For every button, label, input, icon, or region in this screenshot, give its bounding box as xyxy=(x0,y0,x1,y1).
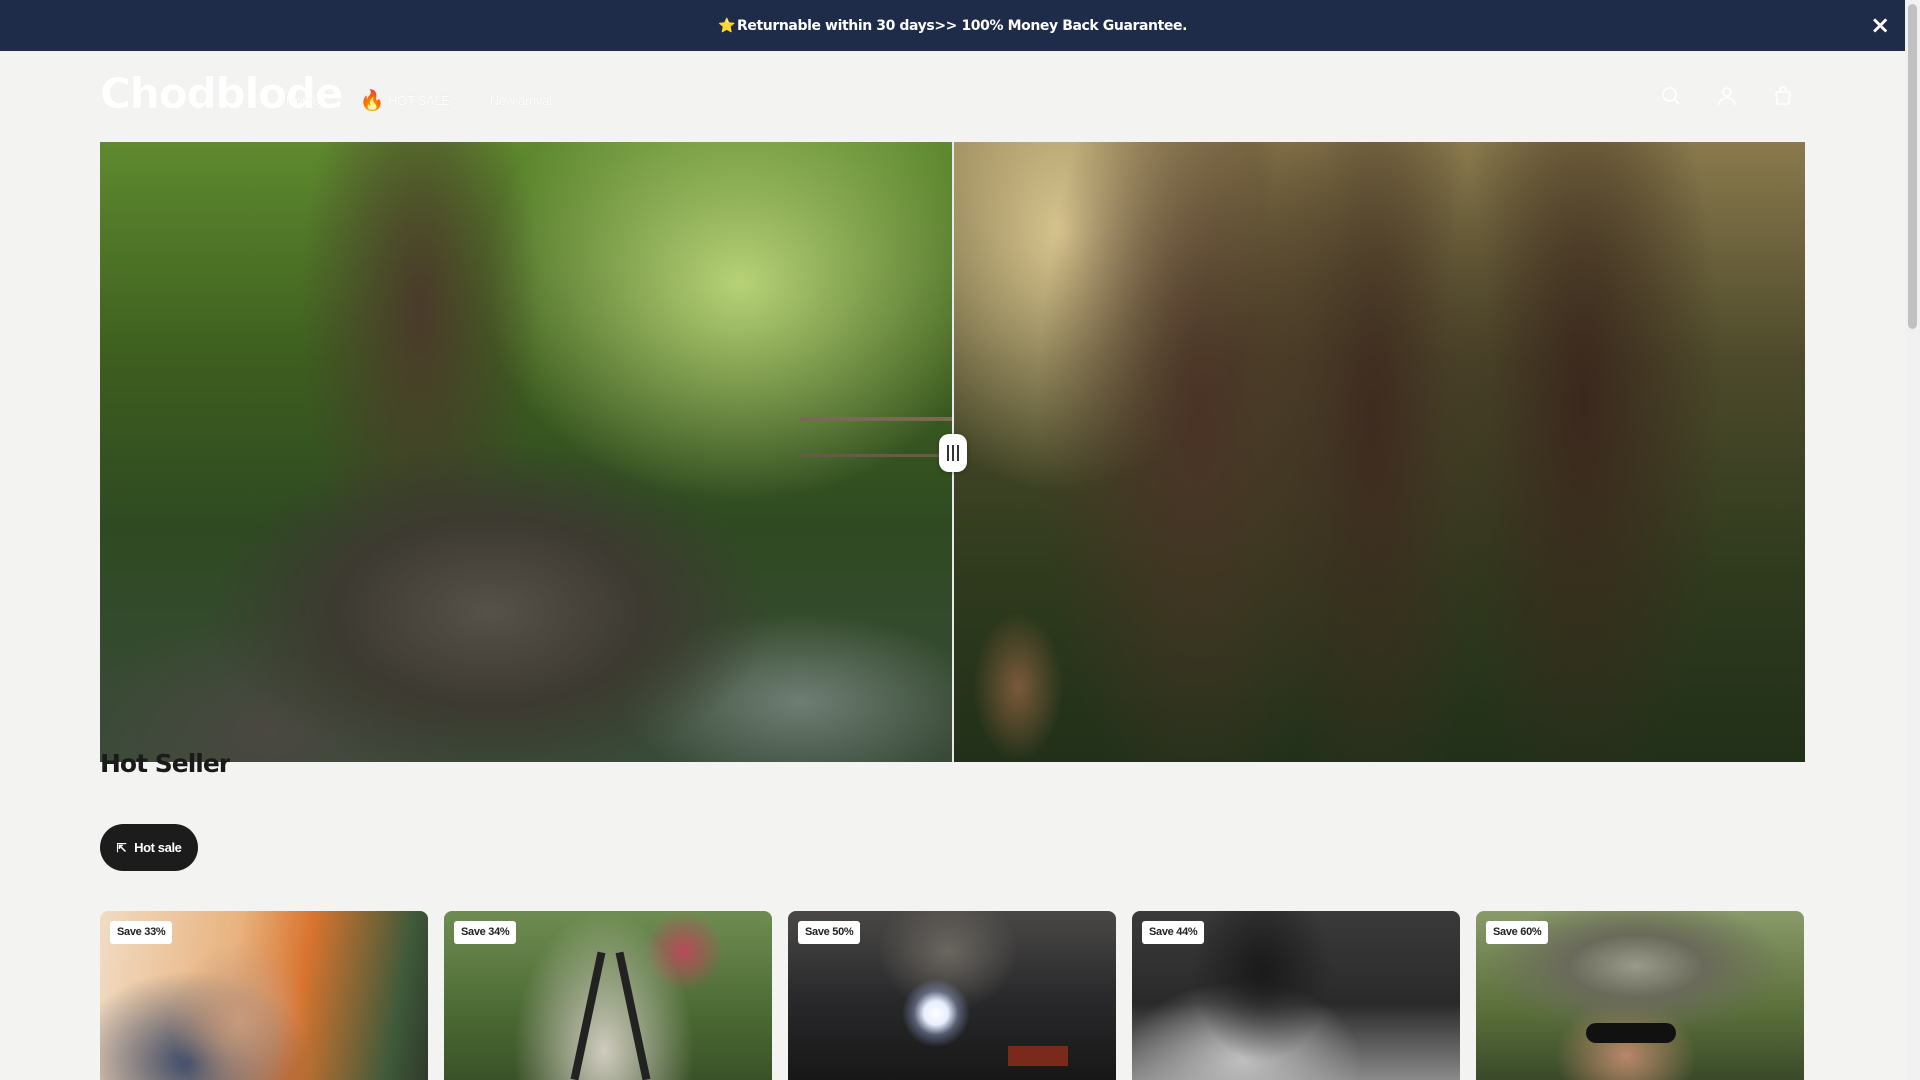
product-card[interactable]: Save 50% xyxy=(788,911,1116,1080)
search-icon[interactable] xyxy=(1659,84,1683,108)
nav-home[interactable]: Home xyxy=(286,88,320,113)
discount-badge: Save 34% xyxy=(454,921,517,944)
hero-image-before xyxy=(100,142,953,762)
slider-handle-icon[interactable] xyxy=(939,434,967,472)
hot-sale-button-label: Hot sale xyxy=(134,840,182,855)
announcement-text: Returnable within 30 days>> 100% Money B… xyxy=(737,17,1188,34)
arrow-up-left-icon: ⇱ xyxy=(116,840,127,855)
nav-new-arrival[interactable]: New arrival xyxy=(490,88,552,113)
nav-home-label: Home xyxy=(286,93,320,108)
fire-icon: 🔥 xyxy=(359,90,385,112)
product-card[interactable]: Save 33% xyxy=(100,911,428,1080)
main-nav: Home 🔥 HOT SALE New arrival xyxy=(286,88,552,113)
bridge-shape xyxy=(800,417,953,457)
hero-image-after xyxy=(953,142,1805,762)
roof-shape xyxy=(1008,1046,1068,1066)
section-title: Hot Seller xyxy=(100,749,231,778)
site-header: Chodblode Home 🔥 HOT SALE New arrival xyxy=(0,51,1905,141)
header-actions xyxy=(1659,84,1795,108)
trail-shape xyxy=(973,612,1063,762)
scrollbar-thumb[interactable] xyxy=(1908,4,1917,329)
cart-icon[interactable] xyxy=(1771,84,1795,108)
hot-sale-button[interactable]: ⇱ Hot sale xyxy=(100,824,198,871)
glasses-shape xyxy=(1586,1023,1676,1043)
hero-comparison-slider[interactable] xyxy=(100,142,1805,762)
product-card[interactable]: Save 34% xyxy=(444,911,772,1080)
strap-shape xyxy=(570,951,606,1080)
product-card[interactable]: Save 60% xyxy=(1476,911,1804,1080)
nav-hot-sale-label: HOT SALE xyxy=(388,93,450,108)
discount-badge: Save 33% xyxy=(110,921,173,944)
product-card[interactable]: Save 44% xyxy=(1132,911,1460,1080)
nav-hot-sale[interactable]: 🔥 HOT SALE xyxy=(359,88,450,113)
nav-new-arrival-label: New arrival xyxy=(489,93,552,108)
discount-badge: Save 50% xyxy=(798,921,861,944)
account-icon[interactable] xyxy=(1715,84,1739,108)
close-icon[interactable]: × xyxy=(1869,13,1891,37)
page-scrollbar[interactable] xyxy=(1905,0,1920,1080)
announcement-bar: ⭐ Returnable within 30 days>> 100% Money… xyxy=(0,0,1905,51)
discount-badge: Save 60% xyxy=(1486,921,1549,944)
discount-badge: Save 44% xyxy=(1142,921,1205,944)
star-icon: ⭐ xyxy=(717,17,735,34)
product-grid: Save 33% Save 34% Save 50% Save 44% Save… xyxy=(100,911,1804,1080)
strap-shape xyxy=(615,951,651,1080)
